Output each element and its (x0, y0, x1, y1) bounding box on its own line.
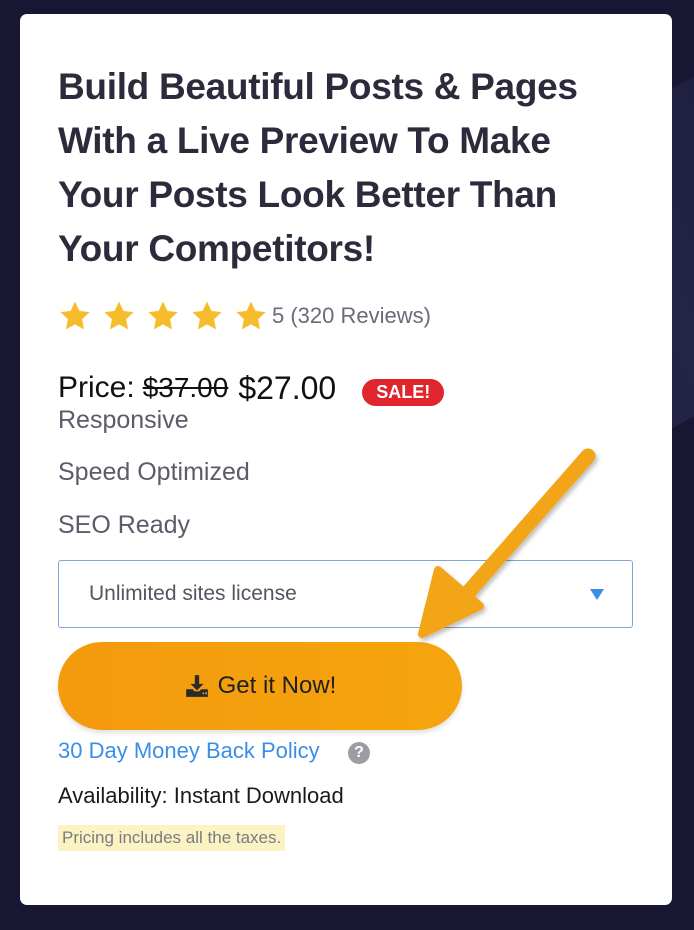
star-icon (192, 301, 222, 330)
sale-price: $27.00 (238, 369, 337, 406)
download-icon (185, 675, 208, 697)
get-it-now-button[interactable]: Get it Now! (58, 642, 462, 730)
product-card: Build Beautiful Posts & Pages With a Liv… (20, 14, 672, 905)
rating-text: 5 (320 Reviews) (272, 303, 431, 328)
price-row: Price: $37.00 $27.00 SALE! (58, 366, 445, 410)
feature-speed-optimized: Speed Optimized (58, 458, 250, 486)
rating: 5 (320 Reviews) (58, 298, 431, 334)
help-icon[interactable]: ? (348, 742, 370, 764)
star-icon (104, 301, 134, 330)
get-it-now-label: Get it Now! (217, 672, 337, 699)
license-select-value: Unlimited sites license (89, 582, 297, 605)
star-icon (236, 301, 266, 330)
sale-badge: SALE! (362, 378, 445, 406)
money-back-policy-link[interactable]: 30 Day Money Back Policy (58, 738, 320, 764)
taxes-note: Pricing includes all the taxes. (58, 825, 286, 851)
star-icon (148, 301, 178, 330)
price-label: Price: (58, 371, 135, 404)
star-icon (60, 301, 90, 330)
availability-text: Availability: Instant Download (58, 783, 344, 808)
arrow-pointer-icon (418, 448, 596, 638)
product-title: Build Beautiful Posts & Pages With a Liv… (58, 66, 578, 269)
feature-responsive: Responsive (58, 406, 189, 434)
feature-seo-ready: SEO Ready (58, 511, 191, 539)
original-price: $37.00 (142, 372, 229, 403)
